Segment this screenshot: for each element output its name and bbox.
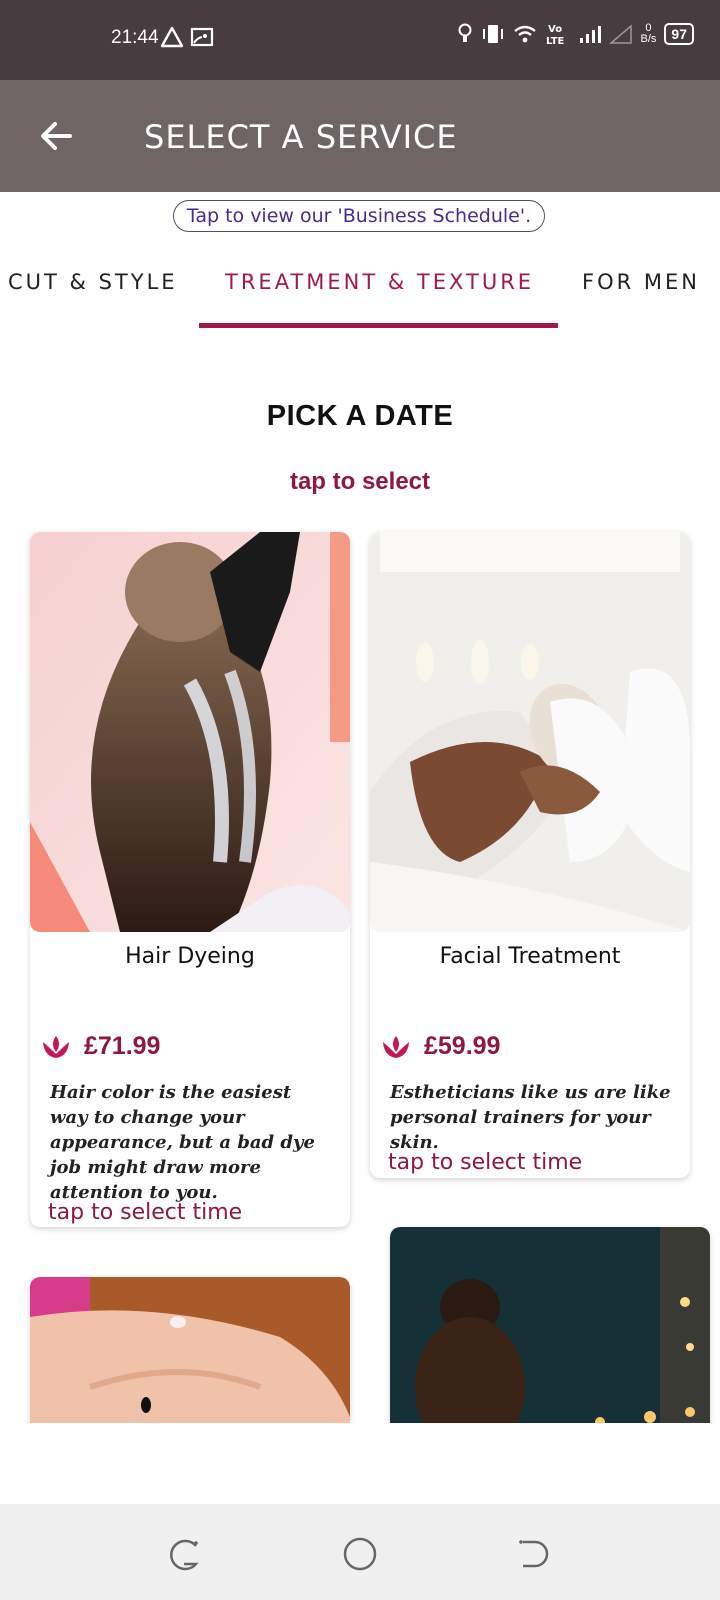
price-row: £59.99 xyxy=(382,1032,500,1061)
page-title: SELECT A SERVICE xyxy=(144,118,458,156)
select-time-link[interactable]: tap to select time xyxy=(48,1200,242,1225)
lotus-icon xyxy=(43,1035,69,1058)
status-left-icons xyxy=(160,26,214,48)
home-icon[interactable] xyxy=(340,1534,380,1574)
business-schedule-link[interactable]: Tap to view our 'Business Schedule'. xyxy=(173,200,545,232)
nail-manicure-photo xyxy=(30,1277,350,1423)
spa-candles-photo xyxy=(390,1227,710,1423)
service-name: Facial Treatment xyxy=(439,944,621,969)
hair-dyeing-photo xyxy=(30,532,350,932)
status-time: 21:44 xyxy=(111,27,159,48)
battery-icon: 97 xyxy=(664,23,694,45)
service-card-facial-treatment[interactable]: Facial Treatment £59.99 Estheticians lik… xyxy=(370,532,690,1178)
service-price: £71.99 xyxy=(84,1032,161,1060)
svg-text:Vo: Vo xyxy=(548,24,562,35)
status-bar: 21:44 Vo LTE 0 B/s 97 xyxy=(0,0,720,80)
pick-date-title: PICK A DATE xyxy=(266,400,454,432)
tab-cut-and-style[interactable]: CUT & STYLE xyxy=(8,270,178,294)
category-tabs: CUT & STYLE TREATMENT & TEXTURE FOR MEN xyxy=(0,262,720,332)
service-card-hair-dyeing[interactable]: Hair Dyeing £71.99 Hair color is the eas… xyxy=(30,532,350,1227)
volte-icon: VoLTE xyxy=(546,24,565,46)
active-tab-indicator xyxy=(199,323,558,328)
service-description: Estheticians like us are like personal t… xyxy=(390,1082,671,1153)
lotus-icon xyxy=(383,1035,409,1058)
net-speed-unit: B/s xyxy=(640,33,657,45)
vibrate-icon xyxy=(482,25,503,43)
signal-empty-icon xyxy=(608,24,632,44)
wifi-icon xyxy=(513,25,536,43)
app-bar: SELECT A SERVICE xyxy=(0,80,720,192)
service-description: Hair color is the easiest way to change … xyxy=(50,1082,315,1203)
select-time-link[interactable]: tap to select time xyxy=(388,1150,582,1175)
tab-treatment-and-texture[interactable]: TREATMENT & TEXTURE xyxy=(225,270,534,294)
back-arrow-icon[interactable] xyxy=(36,116,76,156)
price-row: £71.99 xyxy=(42,1032,160,1061)
tap-to-select-date[interactable]: tap to select xyxy=(0,468,720,496)
system-nav-bar xyxy=(0,1504,720,1600)
services-grid: Hair Dyeing £71.99 Hair color is the eas… xyxy=(0,520,720,1423)
back-icon[interactable] xyxy=(513,1534,553,1574)
service-price: £59.99 xyxy=(424,1032,501,1060)
facial-treatment-photo xyxy=(370,532,690,932)
bulb-icon xyxy=(458,23,472,42)
service-name: Hair Dyeing xyxy=(125,944,255,969)
signal-icon xyxy=(579,26,601,43)
tab-for-men[interactable]: FOR MEN xyxy=(582,270,700,294)
svg-text:LTE: LTE xyxy=(546,36,565,46)
status-right-icons: Vo LTE 0 B/s 97 xyxy=(457,22,694,46)
recents-icon[interactable] xyxy=(166,1534,206,1574)
service-card-spa[interactable] xyxy=(390,1227,710,1423)
net-speed: 0 B/s xyxy=(641,23,657,45)
screen-cast-icon xyxy=(190,27,214,47)
alert-triangle-icon xyxy=(160,26,184,48)
service-card-nails[interactable] xyxy=(30,1277,350,1423)
